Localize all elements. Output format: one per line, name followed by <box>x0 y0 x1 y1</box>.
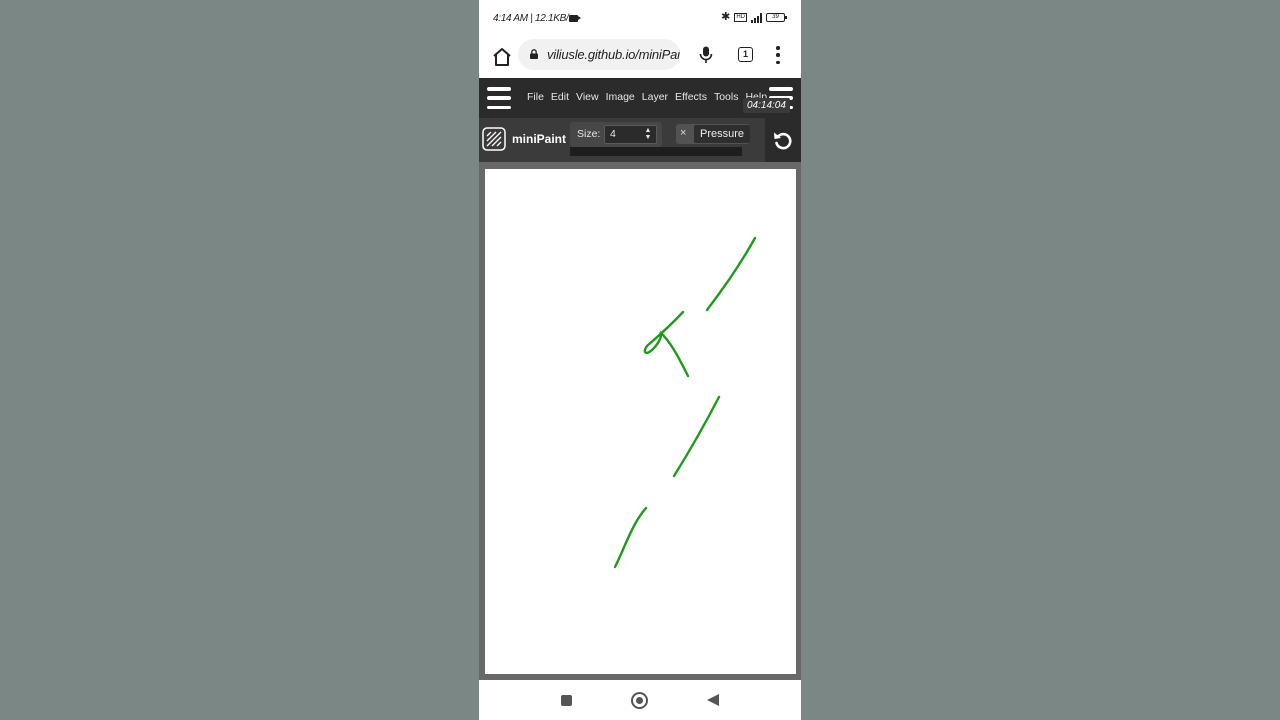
battery-icon: 39 <box>766 13 787 22</box>
undo-icon <box>774 132 792 150</box>
back-icon[interactable] <box>707 694 719 706</box>
browser-url-bar: viliusle.github.io/miniPaint 1 <box>479 38 801 78</box>
canvas-workspace <box>479 162 801 680</box>
menu-tools[interactable]: Tools <box>714 91 739 103</box>
signal-icon <box>751 12 762 23</box>
drawing-canvas[interactable] <box>485 169 796 674</box>
address-field[interactable]: viliusle.github.io/miniPaint <box>518 39 680 70</box>
size-control: Size: 4 ▲ ▼ <box>570 122 662 147</box>
main-menu: File Edit View Image Layer Effects Tools… <box>527 91 774 103</box>
status-time: 4:14 AM | 12.1KB/s <box>493 13 574 24</box>
phone-screen: 4:14 AM | 12.1KB/s ✱ HD 39 viliusle.gith… <box>479 0 801 720</box>
color-strip <box>570 147 742 156</box>
pressure-toggle[interactable]: × Pressure <box>676 124 751 144</box>
pressure-label: Pressure <box>694 125 751 143</box>
menu-view[interactable]: View <box>576 91 599 103</box>
bluetooth-icon: ✱ <box>721 11 731 23</box>
lock-icon <box>530 49 538 59</box>
status-icons: ✱ HD 39 <box>721 11 787 23</box>
tool-options-bar: miniPaint Size: 4 ▲ ▼ × Pressure <box>479 118 801 162</box>
size-label: Size: <box>577 128 601 140</box>
undo-button[interactable] <box>765 118 801 162</box>
size-value: 4 <box>610 128 616 140</box>
recents-icon[interactable] <box>561 695 572 706</box>
home-icon[interactable] <box>490 45 514 69</box>
camera-icon <box>569 15 581 22</box>
url-text: viliusle.github.io/miniPaint <box>547 47 680 62</box>
brush-stroke <box>643 310 690 378</box>
status-bar: 4:14 AM | 12.1KB/s ✱ HD 39 <box>479 0 801 38</box>
hd-badge: HD <box>734 13 747 22</box>
brush-stroke <box>672 395 721 478</box>
brush-stroke <box>705 236 757 312</box>
size-input[interactable]: 4 ▲ ▼ <box>604 125 657 144</box>
canvas-strokes <box>613 236 757 569</box>
kebab-menu-icon[interactable] <box>775 46 781 64</box>
menu-file[interactable]: File <box>527 91 544 103</box>
home-nav-icon[interactable] <box>631 692 648 709</box>
mic-icon[interactable] <box>698 46 714 64</box>
tabs-icon[interactable]: 1 <box>738 47 753 62</box>
menu-layer[interactable]: Layer <box>642 91 668 103</box>
pressure-close-icon[interactable]: × <box>680 127 686 139</box>
menu-effects[interactable]: Effects <box>675 91 707 103</box>
menu-edit[interactable]: Edit <box>551 91 569 103</box>
video-timestamp: 04:14:04 <box>743 98 790 113</box>
menu-image[interactable]: Image <box>606 91 635 103</box>
app-name: miniPaint <box>512 132 567 146</box>
logo-icon <box>482 127 506 151</box>
brush-stroke <box>613 506 648 569</box>
size-stepper[interactable]: ▲ ▼ <box>642 127 654 142</box>
hamburger-icon[interactable] <box>487 87 511 109</box>
android-navigation-bar <box>479 680 801 720</box>
app-menubar: File Edit View Image Layer Effects Tools… <box>479 78 801 118</box>
